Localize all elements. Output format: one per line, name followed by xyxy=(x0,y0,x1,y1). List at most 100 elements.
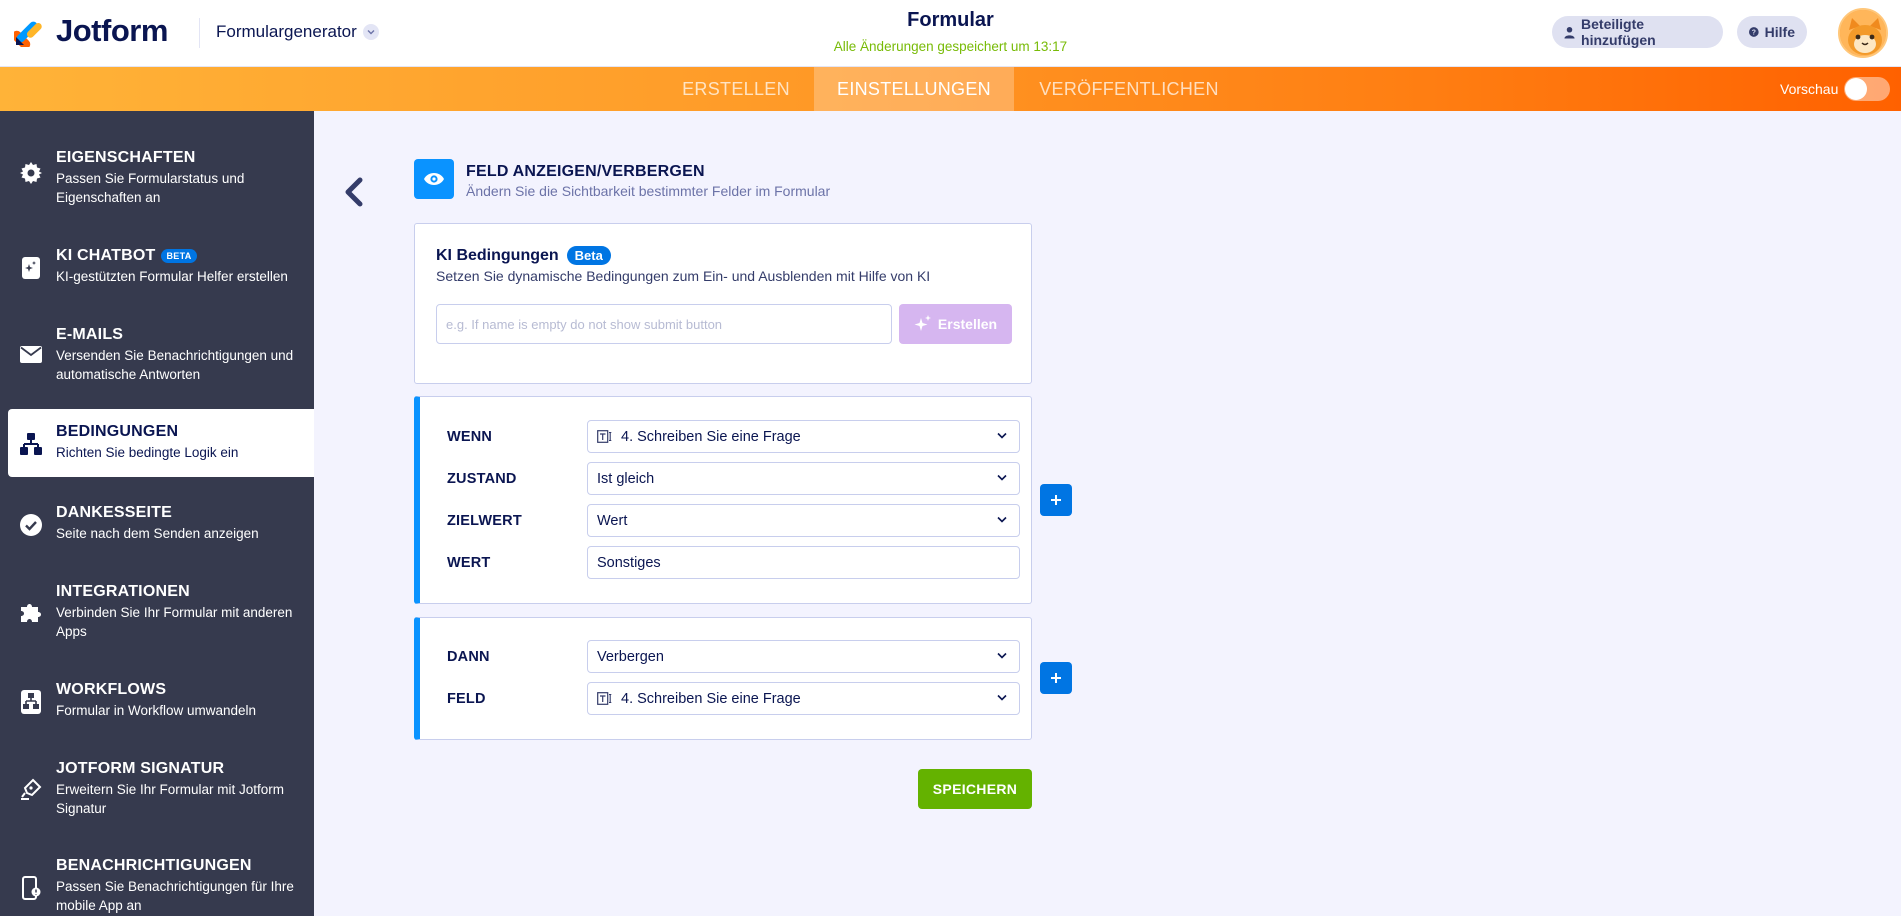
sidebar-item-conditions[interactable]: BEDINGUNGEN Richten Sie bedingte Logik e… xyxy=(8,409,314,477)
puzzle-icon xyxy=(19,600,43,624)
ai-create-label: Erstellen xyxy=(937,316,998,332)
sidebar-item-desc: Verbinden Sie Ihr Formular mit anderen A… xyxy=(56,605,293,639)
plus-icon xyxy=(1051,495,1061,505)
preview-toggle[interactable] xyxy=(1844,77,1890,101)
add-condition-button[interactable] xyxy=(1040,484,1072,516)
sidebar-item-ai-chatbot[interactable]: KI CHATBOT BETA KI-gestützten Formular H… xyxy=(0,247,314,287)
then-action-value: Verbergen xyxy=(597,648,664,665)
sidebar-item-emails[interactable]: E-MAILS Versenden Sie Benachrichtigungen… xyxy=(0,326,314,382)
sidebar-item-title: EIGENSCHAFTEN xyxy=(56,149,196,166)
value-input[interactable]: Sonstiges xyxy=(587,546,1020,579)
then-label: DANN xyxy=(447,649,490,665)
tab-publish[interactable]: VERÖFFENTLICHEN xyxy=(1014,67,1244,111)
top-bar: Jotform Formulargenerator Formular Alle … xyxy=(0,0,1901,67)
form-generator-label: Formulargenerator xyxy=(216,22,357,41)
gear-icon xyxy=(19,161,43,185)
value-label: WERT xyxy=(447,555,491,571)
eye-icon xyxy=(414,159,454,199)
state-label: ZUSTAND xyxy=(447,471,517,487)
sidebar-item-title: KI CHATBOT BETA xyxy=(56,247,304,265)
sidebar-item-desc: Richten Sie bedingte Logik ein xyxy=(56,445,239,460)
question-field-icon xyxy=(597,692,612,705)
sidebar-item-desc: Erweitern Sie Ihr Formular mit Jotform S… xyxy=(56,782,285,816)
conditions-icon xyxy=(19,432,43,456)
jotform-logo[interactable]: Jotform xyxy=(14,13,168,49)
brand-name: Jotform xyxy=(56,13,168,48)
state-value: Ist gleich xyxy=(597,470,655,487)
ai-conditions-title-text: KI Bedingungen xyxy=(436,246,559,264)
sidebar-item-workflows[interactable]: WORKFLOWS Formular in Workflow umwandeln xyxy=(0,681,314,721)
sidebar-item-title: E-MAILS xyxy=(56,326,124,343)
sidebar-item-thank-you-page[interactable]: DANKESSEITE Seite nach dem Senden anzeig… xyxy=(0,504,314,544)
add-action-button[interactable] xyxy=(1040,662,1072,694)
chevron-down-icon xyxy=(997,694,1007,701)
then-action-select[interactable]: Verbergen xyxy=(587,640,1020,673)
chevron-down-icon xyxy=(997,652,1007,659)
preview-label: Vorschau xyxy=(1780,81,1839,97)
invite-label: Beteiligte hinzufügen xyxy=(1581,16,1656,48)
tab-create[interactable]: ERSTELLEN xyxy=(672,67,800,111)
help-button[interactable]: ? Hilfe xyxy=(1737,16,1807,48)
chevron-down-icon xyxy=(997,432,1007,439)
target-select[interactable]: Wert xyxy=(587,504,1020,537)
target-field-select[interactable]: 4. Schreiben Sie eine Frage xyxy=(587,682,1020,715)
form-generator-menu[interactable]: Formulargenerator xyxy=(216,22,379,42)
value-input-text: Sonstiges xyxy=(597,554,661,571)
plus-icon xyxy=(1051,673,1061,683)
sidebar-item-notifications[interactable]: BENACHRICHTIGUNGEN Passen Sie Benachrich… xyxy=(0,857,314,913)
avatar[interactable] xyxy=(1838,8,1888,58)
sidebar-item-desc: KI-gestützten Formular Helfer erstellen xyxy=(56,269,288,284)
sidebar-item-desc: Versenden Sie Benachrichtigungen und aut… xyxy=(56,348,294,382)
beta-badge: BETA xyxy=(161,249,197,263)
save-button[interactable]: SPEICHERN xyxy=(918,769,1032,809)
invite-collaborators-button[interactable]: Beteiligte hinzufügen xyxy=(1552,16,1723,48)
ai-condition-input[interactable] xyxy=(436,304,892,344)
target-value: Wert xyxy=(597,512,628,529)
settings-sidebar: EIGENSCHAFTEN Passen Sie Formularstatus … xyxy=(0,111,314,916)
ai-conditions-subtitle: Setzen Sie dynamische Bedingungen zum Ei… xyxy=(436,268,931,284)
condition-card: WENN 4. Schreiben Sie eine Frage ZUSTAND… xyxy=(414,396,1032,604)
sidebar-item-title: WORKFLOWS xyxy=(56,681,167,698)
help-label: Hilfe xyxy=(1764,24,1795,40)
target-field-value: 4. Schreiben Sie eine Frage xyxy=(621,690,801,707)
workflow-icon xyxy=(19,690,43,714)
header-divider xyxy=(199,18,200,48)
target-label: ZIELWERT xyxy=(447,513,522,529)
ai-create-button[interactable]: Erstellen xyxy=(899,304,1012,344)
state-select[interactable]: Ist gleich xyxy=(587,462,1020,495)
svg-text:?: ? xyxy=(1752,29,1756,36)
field-label: FELD xyxy=(447,691,486,707)
sidebar-item-desc: Formular in Workflow umwandeln xyxy=(56,703,257,718)
sidebar-item-title: DANKESSEITE xyxy=(56,504,172,521)
sidebar-item-integrations[interactable]: INTEGRATIONEN Verbinden Sie Ihr Formular… xyxy=(0,583,314,639)
mobile-notification-icon xyxy=(19,876,43,900)
sidebar-item-jotform-sign[interactable]: JOTFORM SIGNATUR Erweitern Sie Ihr Formu… xyxy=(0,760,314,816)
signature-pen-icon xyxy=(19,777,43,801)
action-card: DANN Verbergen FELD 4. Schreiben Sie ein… xyxy=(414,617,1032,740)
chevron-down-icon xyxy=(997,516,1007,523)
if-label: WENN xyxy=(447,429,493,445)
preview-toggle-knob xyxy=(1845,78,1867,100)
ai-conditions-title: KI Bedingungen Beta xyxy=(436,246,611,265)
sparkle-icon xyxy=(914,315,931,331)
sidebar-item-desc: Passen Sie Benachrichtigungen für Ihre m… xyxy=(56,879,294,913)
sidebar-item-desc: Passen Sie Formularstatus und Eigenschaf… xyxy=(56,171,245,205)
builder-tab-bar: ERSTELLEN EINSTELLUNGEN VERÖFFENTLICHEN … xyxy=(0,67,1901,111)
chevron-down-icon xyxy=(997,474,1007,481)
section-title: FELD ANZEIGEN/VERBERGEN xyxy=(466,163,705,180)
if-field-select[interactable]: 4. Schreiben Sie eine Frage xyxy=(587,420,1020,453)
sidebar-item-title-text: KI CHATBOT xyxy=(56,247,156,264)
back-arrow-icon[interactable] xyxy=(340,174,368,210)
user-icon xyxy=(1564,26,1575,38)
tab-settings[interactable]: EINSTELLUNGEN xyxy=(814,67,1014,111)
ai-conditions-card: KI Bedingungen Beta Setzen Sie dynamisch… xyxy=(414,223,1032,384)
sidebar-item-desc: Seite nach dem Senden anzeigen xyxy=(56,526,259,541)
sidebar-item-title: BEDINGUNGEN xyxy=(56,423,179,440)
sidebar-item-properties[interactable]: EIGENSCHAFTEN Passen Sie Formularstatus … xyxy=(0,149,314,205)
envelope-icon xyxy=(19,342,43,366)
question-field-icon xyxy=(597,430,612,443)
beta-badge: Beta xyxy=(566,246,611,265)
chevron-down-icon xyxy=(362,24,379,40)
check-circle-icon xyxy=(19,513,43,537)
sidebar-item-title: JOTFORM SIGNATUR xyxy=(56,760,225,777)
